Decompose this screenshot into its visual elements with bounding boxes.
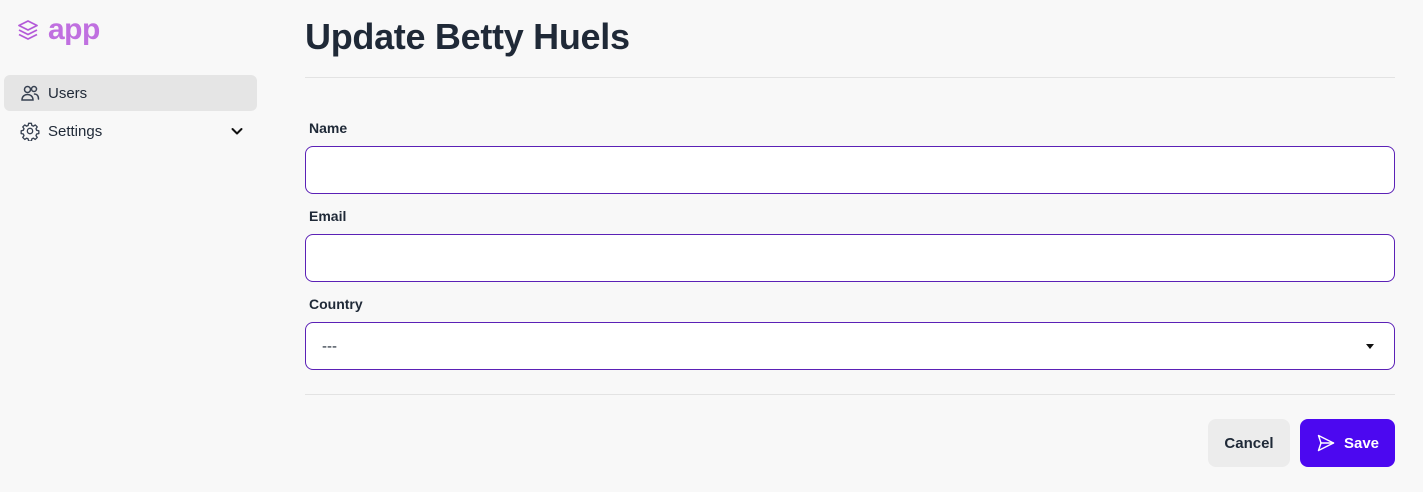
app-name: app bbox=[48, 13, 100, 46]
sidebar-item-label: Settings bbox=[48, 122, 103, 140]
email-label: Email bbox=[309, 208, 347, 224]
email-field[interactable] bbox=[305, 234, 1395, 282]
header-divider bbox=[305, 77, 1395, 78]
name-label: Name bbox=[309, 120, 348, 136]
form-divider bbox=[305, 394, 1395, 395]
layers-icon bbox=[16, 18, 40, 42]
save-button[interactable]: Save bbox=[1300, 419, 1395, 467]
caret-down-icon bbox=[1366, 343, 1374, 349]
country-select[interactable]: --- bbox=[305, 322, 1395, 370]
chevron-down-icon[interactable] bbox=[229, 123, 245, 139]
name-field[interactable] bbox=[305, 146, 1395, 194]
app-logo[interactable]: app bbox=[16, 14, 100, 46]
save-button-label: Save bbox=[1343, 434, 1380, 452]
country-select-value: --- bbox=[322, 337, 337, 355]
sidebar-item-label: Users bbox=[48, 84, 88, 102]
cancel-button[interactable]: Cancel bbox=[1208, 419, 1290, 467]
main-content: Update Betty Huels Name Email Country --… bbox=[305, 0, 1395, 492]
sidebar-item-settings[interactable]: Settings bbox=[4, 113, 257, 149]
send-icon bbox=[1316, 433, 1336, 453]
sidebar-item-users[interactable]: Users bbox=[4, 75, 257, 111]
country-label: Country bbox=[309, 296, 363, 312]
page-title: Update Betty Huels bbox=[305, 16, 630, 57]
users-icon bbox=[20, 83, 40, 103]
cancel-button-label: Cancel bbox=[1224, 434, 1274, 452]
sidebar: app Users Settings bbox=[0, 0, 270, 492]
gear-icon bbox=[20, 121, 40, 141]
